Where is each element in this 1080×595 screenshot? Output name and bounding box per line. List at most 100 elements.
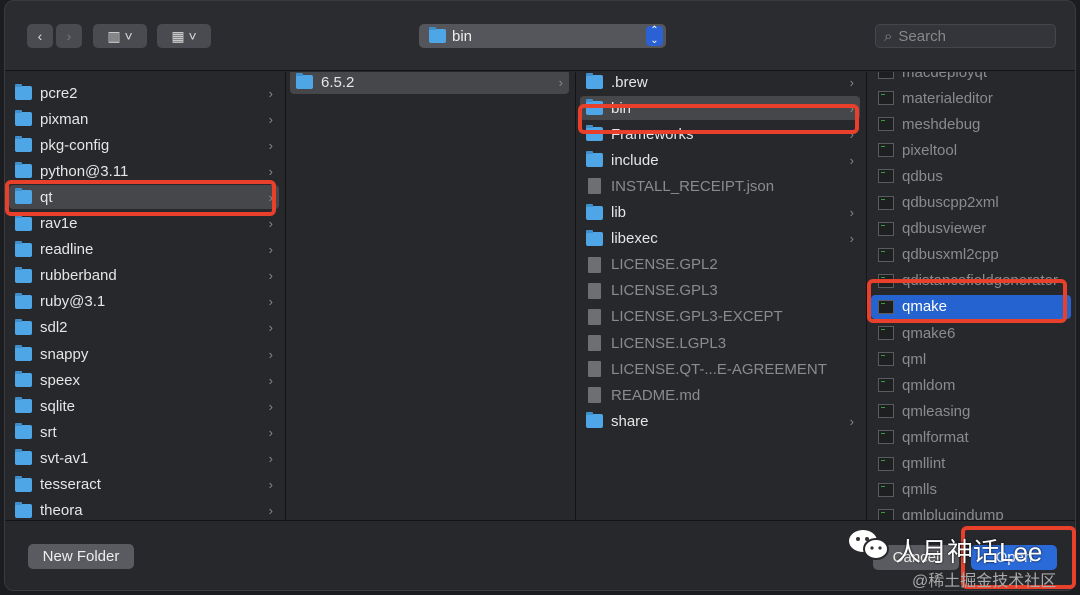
- list-item[interactable]: speex ›: [9, 368, 279, 392]
- path-popup[interactable]: bin ⌃ ⌄: [419, 24, 666, 48]
- list-item[interactable]: ruby@3.1 ›: [9, 290, 279, 314]
- list-item[interactable]: readline ›: [9, 238, 279, 262]
- list-item[interactable]: README.md: [580, 383, 860, 407]
- chevron-right-icon: ›: [268, 216, 273, 231]
- executable-icon: [878, 91, 894, 106]
- folder-icon: [15, 84, 32, 100]
- annotation-box-qt: [5, 180, 276, 216]
- chevron-right-icon: ›: [268, 450, 273, 466]
- executable-icon: [878, 430, 894, 445]
- list-item[interactable]: LICENSE.GPL2: [580, 253, 860, 277]
- list-item[interactable]: qmllint: [871, 452, 1071, 476]
- list-item[interactable]: pixeltool: [871, 138, 1071, 162]
- document-icon: [588, 387, 601, 404]
- item-label: meshdebug: [902, 115, 981, 133]
- item-label: theora: [40, 502, 83, 520]
- list-item[interactable]: tesseract ›: [9, 473, 279, 497]
- list-item[interactable]: pixman ›: [9, 107, 279, 131]
- item-label: srt: [40, 423, 57, 441]
- executable-icon: [878, 378, 894, 393]
- list-item[interactable]: qdbusviewer: [871, 217, 1071, 241]
- back-button[interactable]: ‹: [27, 24, 53, 48]
- document-icon: [588, 308, 601, 325]
- list-item[interactable]: meshdebug: [871, 112, 1071, 136]
- wechat-logo-icon: [849, 530, 889, 560]
- column-1[interactable]: pcre2 › pixman › pkg-config › python@3.11 › qt › r…: [5, 72, 286, 520]
- folder-icon: [15, 266, 32, 283]
- item-label: qdbusviewer: [902, 220, 987, 238]
- item-label: qml: [902, 350, 927, 368]
- item-label: INSTALL_RECEIPT.json: [611, 177, 775, 195]
- column-2[interactable]: 6.5.2 ›: [286, 72, 576, 520]
- list-item[interactable]: INSTALL_RECEIPT.json: [580, 174, 860, 198]
- list-item[interactable]: theora ›: [9, 499, 279, 520]
- list-item[interactable]: rubberband ›: [9, 264, 279, 288]
- list-item[interactable]: qmleasing: [871, 399, 1071, 423]
- list-item[interactable]: qdbus: [871, 164, 1071, 188]
- search-field[interactable]: ⌕ Search: [875, 24, 1056, 48]
- list-item[interactable]: lib ›: [580, 201, 860, 225]
- executable-icon: [878, 456, 894, 471]
- list-item[interactable]: pcre2 ›: [9, 81, 279, 105]
- item-label: qdbuscpp2xml: [902, 194, 999, 211]
- chevron-right-icon: ›: [268, 398, 273, 414]
- list-item[interactable]: qmlformat: [871, 425, 1071, 449]
- toolbar: ‹ › ▥ ˅ ▦ ˅ bin ⌃ ⌄ ⌕ Search: [5, 1, 1075, 71]
- document-icon: [588, 335, 601, 351]
- list-item[interactable]: snappy ›: [9, 342, 279, 366]
- item-label: share: [611, 412, 649, 430]
- document-icon: [588, 361, 601, 378]
- item-label: LICENSE.GPL3-EXCEPT: [611, 308, 783, 326]
- executable-icon: [878, 404, 894, 419]
- item-label: python@3.11: [40, 162, 129, 180]
- list-item[interactable]: LICENSE.GPL3: [580, 279, 860, 303]
- list-item[interactable]: share ›: [580, 409, 860, 433]
- list-item[interactable]: qmlplugindump: [871, 504, 1071, 520]
- list-item[interactable]: LICENSE.GPL3-EXCEPT: [580, 305, 860, 329]
- list-item[interactable]: LICENSE.LGPL3: [580, 331, 860, 355]
- list-item[interactable]: LICENSE.QT-...E-AGREEMENT: [580, 357, 860, 381]
- item-label: snappy: [40, 345, 89, 363]
- item-label: macdeployqt: [902, 72, 988, 81]
- list-item[interactable]: .brew ›: [580, 72, 860, 94]
- folder-icon: [15, 449, 32, 466]
- list-item[interactable]: sdl2 ›: [9, 316, 279, 340]
- executable-icon: [878, 247, 894, 262]
- list-item[interactable]: include ›: [580, 148, 860, 172]
- executable-icon: [878, 117, 894, 132]
- folder-icon: [15, 475, 32, 492]
- column-3[interactable]: .brew › bin › Frameworks › include › INSTALL_REC…: [576, 72, 867, 520]
- list-item[interactable]: pkg-config ›: [9, 133, 279, 157]
- list-item[interactable]: 6.5.2 ›: [290, 72, 569, 94]
- folder-icon: [15, 423, 32, 440]
- list-item[interactable]: qml: [871, 347, 1071, 371]
- path-stepper-icon: ⌃ ⌄: [646, 26, 663, 46]
- folder-icon: [15, 345, 32, 361]
- forward-button[interactable]: ›: [56, 24, 82, 48]
- folder-icon: [586, 151, 603, 168]
- item-label: include: [611, 151, 659, 169]
- chevron-right-icon: ›: [268, 111, 273, 127]
- list-item[interactable]: qmldom: [871, 373, 1071, 397]
- list-item[interactable]: qmake6: [871, 321, 1071, 345]
- list-item[interactable]: qmlls: [871, 478, 1071, 502]
- list-item[interactable]: qdbusxml2cpp: [871, 243, 1071, 267]
- item-label: LICENSE.GPL3: [611, 282, 718, 300]
- chevron-right-icon: ›: [849, 205, 854, 220]
- view-mode-button[interactable]: ▥ ˅: [93, 24, 147, 48]
- chevron-right-icon: ›: [268, 477, 273, 492]
- list-item[interactable]: libexec ›: [580, 227, 860, 251]
- group-button[interactable]: ▦ ˅: [157, 24, 211, 48]
- list-item[interactable]: svt-av1 ›: [9, 446, 279, 470]
- list-item[interactable]: materialeditor: [871, 86, 1071, 110]
- list-item[interactable]: macdeployqt: [871, 72, 1071, 84]
- search-icon: ⌕: [884, 27, 893, 45]
- folder-icon: [15, 397, 32, 414]
- item-label: qmllint: [902, 455, 946, 472]
- list-item[interactable]: sqlite ›: [9, 394, 279, 418]
- list-item[interactable]: qdbuscpp2xml: [871, 191, 1071, 215]
- new-folder-button[interactable]: New Folder: [28, 544, 134, 569]
- list-item[interactable]: srt ›: [9, 420, 279, 444]
- item-label: ruby@3.1: [40, 293, 106, 311]
- item-label: libexec: [611, 230, 658, 248]
